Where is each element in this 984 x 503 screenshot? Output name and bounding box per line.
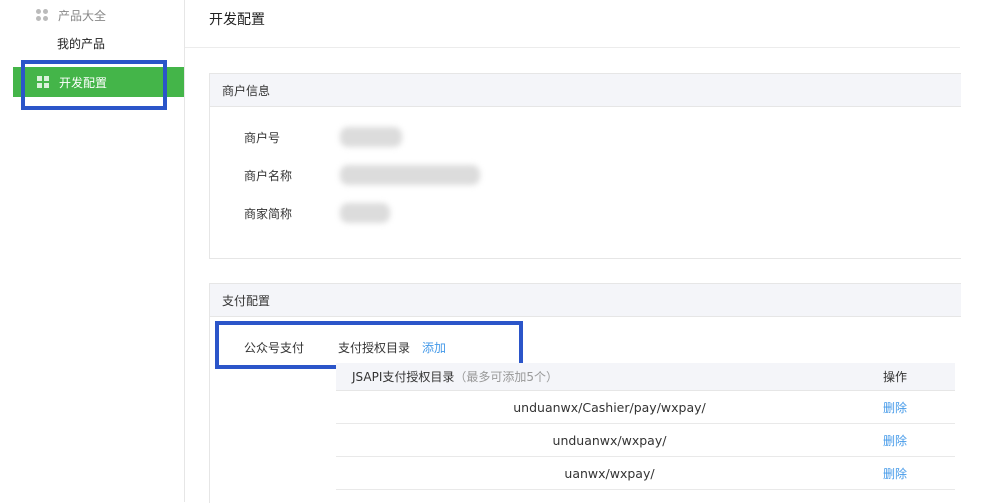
dev-config-icon: [37, 76, 49, 88]
merchant-short-name-label: 商家简称: [244, 206, 293, 221]
merchant-info-panel: 商户信息 商户号 商户名称 商家简称: [209, 73, 961, 259]
table-row: uanwx/wxpay/ 删除: [336, 457, 955, 490]
merchant-id-row: 商户号: [244, 127, 402, 147]
merchant-info-header: 商户信息: [210, 74, 961, 107]
sidebar-item-label: 开发配置: [59, 75, 108, 90]
delete-link[interactable]: 删除: [883, 432, 955, 449]
merchant-id-value-redacted: [340, 127, 402, 147]
sidebar: 产品大全 我的产品 开发配置: [0, 0, 185, 502]
sidebar-group-products[interactable]: 产品大全: [36, 7, 106, 23]
delete-link[interactable]: 删除: [883, 399, 955, 416]
table-row: unduanwx/Cashier/pay/wxpay/ 删除: [336, 391, 955, 424]
page-title: 开发配置: [209, 12, 265, 28]
auth-dir-path: unduanwx/Cashier/pay/wxpay/: [513, 399, 706, 415]
sidebar-group-label: 产品大全: [58, 8, 107, 23]
merchant-short-name-value-redacted: [340, 203, 390, 223]
products-grid-icon: [36, 8, 49, 22]
merchant-name-row: 商户名称: [244, 165, 480, 185]
table-row: unduanwx/wxpay/ 删除: [336, 424, 955, 457]
title-divider: [185, 47, 960, 48]
delete-link[interactable]: 删除: [883, 465, 955, 482]
sidebar-item-my-products[interactable]: 我的产品: [57, 35, 105, 52]
max-count-note: （最多可添加5个）: [454, 370, 559, 384]
auth-dir-table: JSAPI支付授权目录（最多可添加5个） 操作 unduanwx/Cashier…: [336, 363, 955, 490]
add-auth-dir-link[interactable]: 添加: [422, 339, 446, 356]
sidebar-item-dev-config[interactable]: 开发配置: [13, 67, 184, 97]
auth-dir-column-header: JSAPI支付授权目录（最多可添加5个）: [352, 370, 559, 384]
auth-dir-label: 支付授权目录: [338, 341, 411, 355]
merchant-name-label: 商户名称: [244, 168, 293, 183]
auth-dir-table-header: JSAPI支付授权目录（最多可添加5个） 操作: [336, 363, 955, 391]
auth-dir-path: unduanwx/wxpay/: [552, 432, 667, 448]
merchant-name-value-redacted: [340, 165, 480, 185]
operation-column-header: 操作: [883, 370, 908, 384]
official-account-pay-label: 公众号支付: [244, 341, 305, 355]
jsapi-pay-row: 公众号支付 支付授权目录 添加: [244, 339, 446, 356]
auth-dir-path: uanwx/wxpay/: [564, 465, 655, 481]
payment-config-header: 支付配置: [210, 284, 961, 317]
merchant-short-name-row: 商家简称: [244, 203, 390, 223]
merchant-id-label: 商户号: [244, 130, 281, 145]
